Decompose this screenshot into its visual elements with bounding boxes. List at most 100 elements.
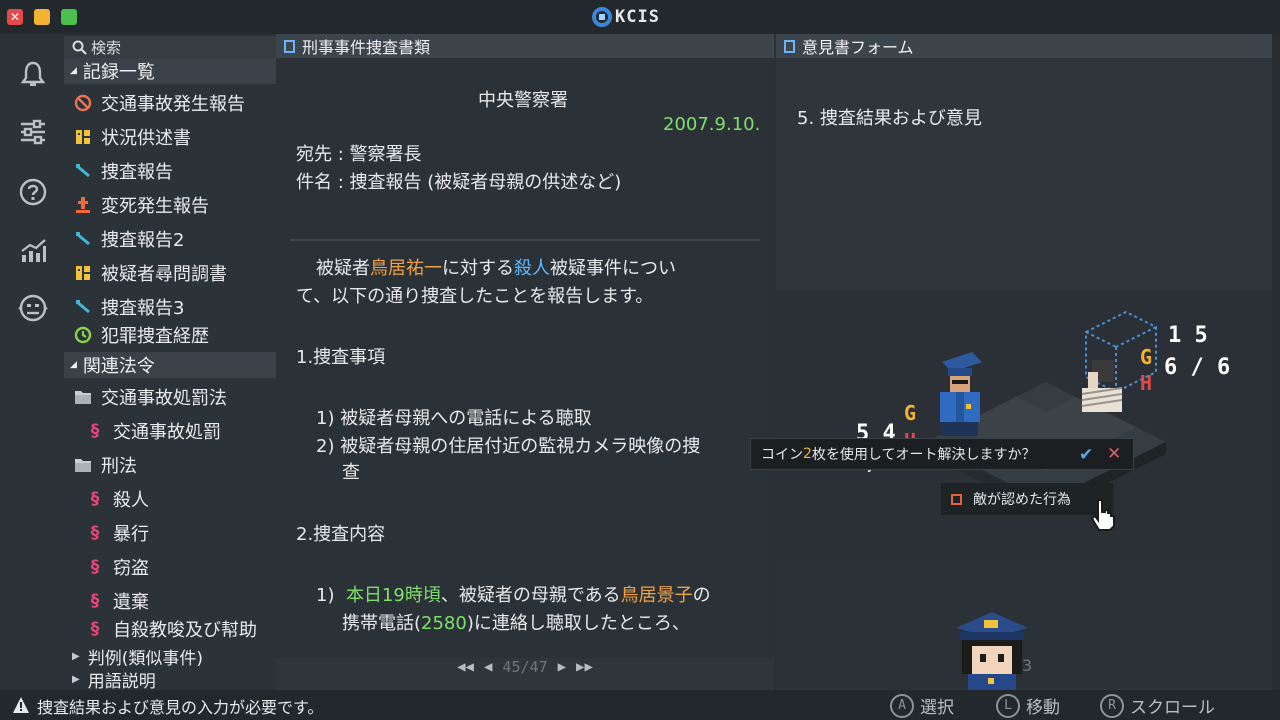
law-label: 窃盗 bbox=[113, 558, 149, 579]
last-page-button[interactable]: ▶▶ bbox=[576, 659, 593, 675]
hand-cursor-icon bbox=[1090, 499, 1115, 531]
mother-name[interactable]: 鳥居景子 bbox=[621, 585, 693, 606]
law-item[interactable]: § 交通事故処罰 bbox=[64, 416, 276, 446]
right-letter-h: H bbox=[1140, 371, 1152, 395]
opinion-tab-title: 意見書フォーム bbox=[802, 38, 914, 57]
law-section-icon: § bbox=[90, 523, 100, 543]
law-item[interactable]: § 窃盗 bbox=[64, 552, 276, 582]
phone-keyword[interactable]: 2580 bbox=[421, 613, 467, 634]
sliders-icon[interactable] bbox=[17, 116, 49, 148]
document-panel: 刑事事件捜査書類 中央警察署 2007.9.10. 宛先 : 警察署長 件名 :… bbox=[276, 34, 774, 690]
document-icon bbox=[784, 39, 795, 53]
record-label: 被疑者尋問調書 bbox=[101, 264, 227, 285]
statement-icon bbox=[74, 264, 92, 282]
right-stat-top: 1 5 bbox=[1168, 323, 1208, 348]
right-letter-g: G bbox=[1140, 345, 1152, 369]
law-label: 自殺教唆及び幇助 bbox=[113, 620, 257, 638]
opinion-lower-area: 3 bbox=[776, 556, 1272, 690]
time-keyword[interactable]: 本日19時頃 bbox=[346, 585, 441, 606]
document-subject: 件名 : 捜査報告 (被疑者母親の供述など) bbox=[296, 172, 622, 193]
intro-text: に対する bbox=[442, 258, 514, 279]
intro-text: 被疑事件につい bbox=[550, 258, 676, 279]
record-label: 捜査報告 bbox=[101, 162, 173, 183]
icon-rail bbox=[0, 34, 64, 690]
officer-sprite bbox=[940, 352, 982, 436]
warning-icon bbox=[13, 697, 29, 713]
bell-icon[interactable] bbox=[17, 58, 49, 90]
document-tab-title: 刑事事件捜査書類 bbox=[302, 38, 431, 57]
content-text: )に連絡し聴取したところ、 bbox=[466, 613, 690, 634]
confirm-check-icon[interactable]: ✔ bbox=[1079, 445, 1093, 465]
opinion-panel: 意見書フォーム 5. 捜査結果および意見 5 4 1 5 6 / 6 G G H… bbox=[776, 34, 1280, 690]
opinion-form[interactable]: 5. 捜査結果および意見 bbox=[776, 58, 1272, 290]
content-text: の bbox=[692, 585, 711, 606]
face-icon[interactable] bbox=[17, 292, 49, 324]
glossary-section-header[interactable]: ▶ 用語説明 bbox=[64, 668, 276, 692]
crime-keyword[interactable]: 殺人 bbox=[514, 258, 550, 279]
left-letter-g: G bbox=[904, 401, 916, 425]
law-item[interactable]: § 殺人 bbox=[64, 484, 276, 514]
help-icon[interactable] bbox=[17, 176, 49, 208]
opinion-scrollbar[interactable] bbox=[1272, 34, 1280, 690]
close-window-button[interactable]: ✕ bbox=[7, 9, 23, 25]
section-2-title: 2.捜査内容 bbox=[296, 524, 386, 545]
expand-icon: ▶ bbox=[72, 650, 80, 662]
law-folder-item[interactable]: 刑法 bbox=[64, 450, 276, 480]
document-tab[interactable]: 刑事事件捜査書類 bbox=[276, 34, 774, 58]
record-item[interactable]: 状況供述書 bbox=[64, 122, 276, 152]
content-line-2: 携帯電話(2580)に連絡し聴取したところ、 bbox=[342, 609, 690, 635]
checkbox-icon[interactable] bbox=[951, 493, 962, 505]
prohibit-icon bbox=[74, 94, 92, 112]
police-office: 中央警察署 bbox=[478, 90, 568, 111]
suspect-name[interactable]: 鳥居祐一 bbox=[370, 258, 442, 279]
first-page-button[interactable]: ◀◀ bbox=[457, 659, 474, 675]
assistant-officer-sprite bbox=[956, 612, 1028, 690]
search-box[interactable]: 検索 bbox=[64, 36, 276, 58]
opinion-tab[interactable]: 意見書フォーム bbox=[776, 34, 1272, 58]
law-label: 遺棄 bbox=[113, 592, 149, 613]
content-number: 1) bbox=[316, 585, 335, 606]
death-icon bbox=[74, 196, 92, 214]
precedents-section-header[interactable]: ▶ 判例(類似事件) bbox=[64, 645, 276, 669]
law-item[interactable]: § 暴行 bbox=[64, 518, 276, 548]
records-section-header[interactable]: ◢ 記録一覧 bbox=[64, 58, 276, 84]
select-hint-label: 選択 bbox=[920, 698, 954, 718]
laws-section-title: 関連法令 bbox=[82, 356, 155, 377]
prev-page-button[interactable]: ◀ bbox=[484, 659, 492, 675]
admitted-act-option[interactable]: 敵が認めた行為 bbox=[941, 483, 1113, 515]
laws-section-header[interactable]: ◢ 関連法令 bbox=[64, 352, 276, 378]
record-item[interactable]: 被疑者尋問調書 bbox=[64, 258, 276, 288]
l-button-icon: L bbox=[996, 693, 1020, 718]
law-label: 刑法 bbox=[101, 456, 137, 477]
law-section-icon: § bbox=[90, 489, 100, 509]
record-item[interactable]: 捜査報告3 bbox=[64, 292, 276, 322]
record-item[interactable]: 交通事故発生報告 bbox=[64, 88, 276, 118]
record-item[interactable]: 捜査報告2 bbox=[64, 224, 276, 254]
record-item[interactable]: 変死発生報告 bbox=[64, 190, 276, 220]
logo-ring-icon bbox=[592, 7, 612, 27]
content-text: 携帯電話( bbox=[342, 613, 422, 634]
law-item[interactable]: § 自殺教唆及び幇助 bbox=[64, 620, 276, 638]
coin-count: 2 bbox=[803, 446, 812, 462]
maximize-window-button[interactable] bbox=[61, 9, 77, 25]
search-icon bbox=[72, 40, 87, 55]
expand-icon: ▶ bbox=[72, 673, 80, 685]
minimize-window-button[interactable] bbox=[34, 9, 50, 25]
content-line-1: 1) 本日19時頃、被疑者の母親である鳥居景子の bbox=[316, 581, 711, 607]
record-label: 状況供述書 bbox=[101, 128, 191, 149]
law-item[interactable]: § 遺棄 bbox=[64, 586, 276, 616]
move-hint-label: 移動 bbox=[1026, 698, 1060, 718]
folder-icon bbox=[74, 456, 92, 474]
scroll-hint: R スクロール bbox=[1100, 693, 1215, 718]
document-body[interactable]: 中央警察署 2007.9.10. 宛先 : 警察署長 件名 : 捜査報告 (被疑… bbox=[276, 58, 774, 658]
status-message: 捜査結果および意見の入力が必要です。 bbox=[37, 698, 324, 717]
record-item[interactable]: 犯罪捜査経歴 bbox=[64, 326, 276, 344]
a-button-icon: A bbox=[890, 693, 914, 718]
next-page-button[interactable]: ▶ bbox=[558, 659, 566, 675]
record-item[interactable]: 捜査報告 bbox=[64, 156, 276, 186]
header-divider bbox=[290, 239, 760, 241]
law-folder-item[interactable]: 交通事故処罰法 bbox=[64, 382, 276, 412]
cancel-x-icon[interactable]: ✕ bbox=[1107, 444, 1121, 464]
history-icon bbox=[74, 326, 92, 344]
chart-icon[interactable] bbox=[17, 234, 49, 266]
